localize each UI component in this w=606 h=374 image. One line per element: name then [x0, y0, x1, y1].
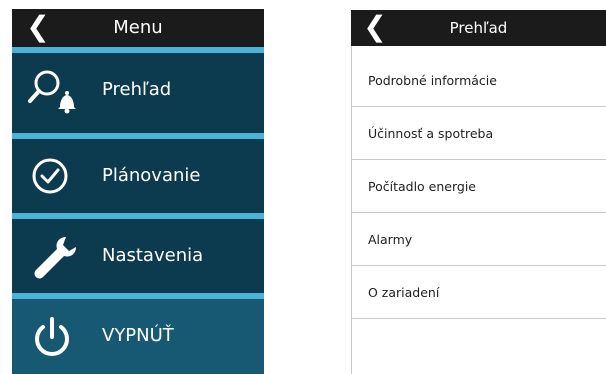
menu-title: Menu [113, 17, 163, 38]
list-item-ucinnost-a-spotreba[interactable]: Účinnosť a spotreba [351, 107, 606, 160]
overview-header: ❮ Prehľad [351, 10, 606, 46]
list-item-alarmy[interactable]: Alarmy [351, 213, 606, 266]
list-item-pocitadlo-energie[interactable]: Počítadlo energie [351, 160, 606, 213]
menu-item-label: Nastavenia [102, 245, 204, 266]
list-item-label: Účinnosť a spotreba [368, 126, 494, 141]
main-menu-panel: ❮ Menu Prehľad Plánovanie Nastavenia VYP… [12, 9, 264, 374]
list-item-o-zariadeni[interactable]: O zariadení [351, 266, 606, 319]
overview-panel: ❮ Prehľad Podrobné informácie Účinnosť a… [351, 10, 606, 374]
menu-item-label: Prehľad [102, 79, 172, 100]
power-icon [28, 311, 78, 361]
list-item-label: Počítadlo energie [368, 179, 476, 194]
menu-item-planovanie[interactable]: Plánovanie [12, 139, 264, 213]
list-item-podrobne-informacie[interactable]: Podrobné informácie [351, 54, 606, 107]
list-item-label: Podrobné informácie [368, 73, 497, 88]
search-bell-icon [28, 65, 78, 115]
clock-icon [28, 151, 78, 201]
menu-header: ❮ Menu [12, 9, 264, 47]
list-item-label: Alarmy [368, 232, 413, 247]
overview-title: Prehľad [449, 19, 508, 37]
menu-item-label: VYPNÚŤ [102, 325, 174, 346]
menu-item-nastavenia[interactable]: Nastavenia [12, 219, 264, 293]
list-item-label: O zariadení [368, 285, 440, 300]
menu-item-prehlad[interactable]: Prehľad [12, 53, 264, 127]
menu-item-vypnut[interactable]: VYPNÚŤ [12, 299, 264, 374]
menu-item-label: Plánovanie [102, 165, 201, 186]
wrench-icon [28, 231, 78, 281]
